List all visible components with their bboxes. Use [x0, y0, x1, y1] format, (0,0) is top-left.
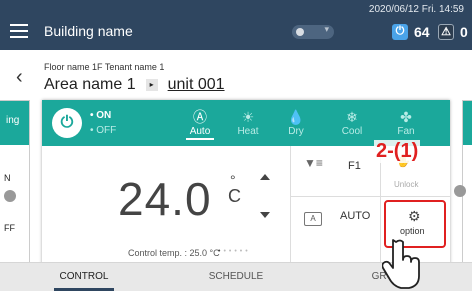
- area-breadcrumb: Area name 1 ▸ unit 001: [44, 76, 225, 94]
- mode-cool-button[interactable]: ❄ Cool: [332, 108, 372, 137]
- prev-card-off-text: FF: [4, 223, 15, 233]
- mode-dry-button[interactable]: 💧 Dry: [276, 108, 316, 137]
- prev-card-on-text: N: [4, 173, 11, 183]
- step-callout: 2-(1): [374, 140, 421, 163]
- droplet-icon: 💧: [287, 109, 305, 125]
- next-card-arrow-icon[interactable]: [454, 185, 466, 197]
- vane-auto-label[interactable]: AUTO: [340, 210, 370, 222]
- tab-schedule[interactable]: SCHEDULE: [176, 271, 296, 282]
- chevron-down-icon: ▾: [324, 24, 329, 34]
- toggle-dot-icon: [296, 28, 304, 36]
- alert-badge[interactable]: ⚠ 0: [438, 23, 468, 40]
- temp-up-arrow-icon[interactable]: [260, 174, 270, 180]
- gear-icon: ⚙: [408, 208, 421, 224]
- display-mode-toggle[interactable]: ▾: [292, 24, 334, 39]
- auto-mode-icon: Ⓐ: [193, 109, 207, 125]
- alert-count: 0: [460, 23, 468, 40]
- pointing-hand-icon: [382, 239, 420, 289]
- page-indicator: ••••••: [218, 248, 251, 255]
- option-label: option: [400, 226, 425, 236]
- temperature-unit: C: [228, 186, 241, 206]
- previous-unit-card[interactable]: ing N FF: [0, 100, 30, 270]
- off-label: • OFF: [90, 125, 117, 136]
- hamburger-menu-icon[interactable]: [10, 24, 28, 38]
- prev-card-mode-text: ing: [6, 115, 20, 126]
- power-button[interactable]: ⏻: [52, 108, 82, 138]
- sun-icon: ☀: [241, 109, 255, 125]
- on-label: • ON: [90, 110, 112, 121]
- next-unit-card[interactable]: [462, 100, 472, 270]
- vane-auto-icon[interactable]: A: [304, 212, 322, 226]
- previous-card-arrow-icon[interactable]: [4, 190, 16, 202]
- breadcrumb-arrow-icon: ▸: [145, 79, 158, 91]
- unit-name-link[interactable]: unit 001: [168, 76, 225, 94]
- lock-label: Unlock: [394, 180, 419, 189]
- divider: [290, 146, 291, 272]
- setpoint-temperature: 24.0: [118, 173, 212, 225]
- back-chevron-icon[interactable]: ‹: [16, 66, 23, 89]
- fan-icon: ✤: [400, 109, 412, 125]
- units-on-count: 64: [414, 23, 430, 40]
- power-icon: ⏻: [392, 23, 408, 40]
- mode-heat-button[interactable]: ☀ Heat: [228, 108, 268, 137]
- area-name[interactable]: Area name 1: [44, 76, 136, 94]
- snowflake-icon: ❄: [346, 109, 358, 125]
- airflow-direction-icon[interactable]: ▼≡: [304, 156, 323, 170]
- mode-fan-button[interactable]: ✤ Fan: [386, 108, 426, 137]
- temp-down-arrow-icon[interactable]: [260, 212, 270, 218]
- warning-icon: ⚠: [438, 23, 454, 40]
- top-bar: Building name ▾ 2020/06/12 Fri. 14:59 ⏻ …: [0, 0, 472, 50]
- on-off-status[interactable]: • ON • OFF: [90, 110, 116, 136]
- tab-control[interactable]: CONTROL: [24, 271, 144, 291]
- fan-speed-label[interactable]: F1: [348, 160, 361, 172]
- date-time: 2020/06/12 Fri. 14:59: [368, 4, 464, 15]
- building-name[interactable]: Building name: [44, 23, 133, 39]
- floor-tenant-name: Floor name 1F Tenant name 1: [44, 62, 165, 72]
- units-on-badge[interactable]: ⏻ 64: [392, 23, 430, 40]
- mode-auto-button[interactable]: Ⓐ Auto: [180, 108, 220, 140]
- control-temperature: Control temp. : 25.0 °C: [128, 248, 220, 258]
